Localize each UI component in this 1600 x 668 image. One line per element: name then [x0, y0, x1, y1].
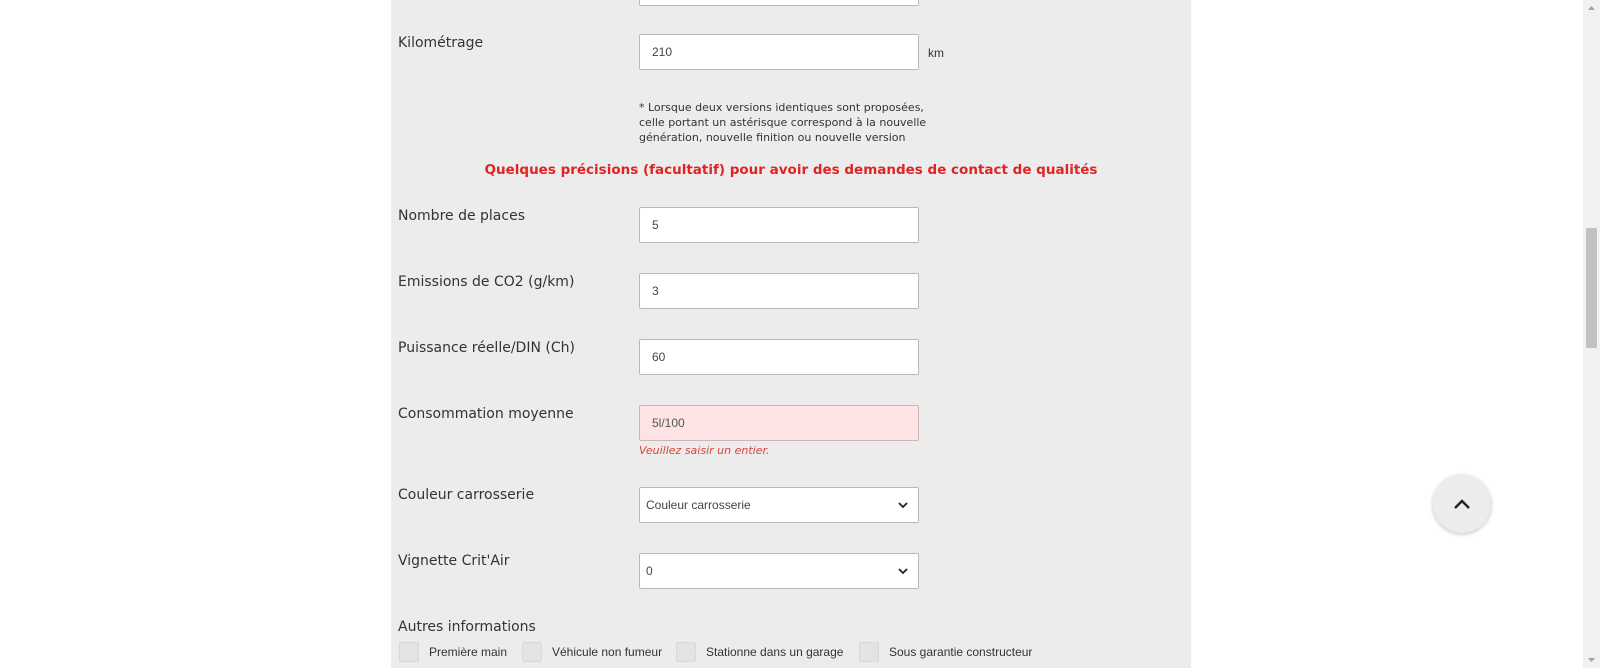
places-label: Nombre de places — [398, 208, 525, 224]
kilometrage-unit: km — [928, 46, 944, 60]
consommation-label: Consommation moyenne — [398, 406, 574, 422]
chevron-down-icon — [898, 502, 908, 509]
checkbox[interactable] — [676, 642, 696, 662]
autres-label: Autres informations — [398, 619, 536, 635]
co2-label: Emissions de CO2 (g/km) — [398, 274, 575, 290]
kilometrage-input[interactable]: 210 — [639, 34, 919, 70]
checkbox-premiere-main[interactable]: Première main — [399, 641, 507, 663]
puissance-input[interactable]: 60 — [639, 339, 919, 375]
checkbox[interactable] — [859, 642, 879, 662]
checkbox-garage[interactable]: Stationne dans un garage — [676, 641, 843, 663]
checkbox-label: Stationne dans un garage — [706, 645, 844, 659]
chevron-up-icon — [1454, 499, 1470, 509]
chevron-down-icon — [898, 568, 908, 575]
scrollbar-thumb[interactable] — [1586, 228, 1597, 348]
critair-select[interactable]: 0 — [639, 553, 919, 589]
scroll-to-top-button[interactable] — [1433, 475, 1491, 533]
checkbox-label: Véhicule non fumeur — [552, 645, 663, 659]
checkbox-label: Sous garantie constructeur — [889, 645, 1033, 659]
couleur-select[interactable]: Couleur carrosserie — [639, 487, 919, 523]
checkbox-label: Première main — [429, 645, 508, 659]
consommation-error: Veuillez saisir un entier. — [639, 444, 770, 457]
checkbox[interactable] — [399, 642, 419, 662]
places-input[interactable]: 5 — [639, 207, 919, 243]
couleur-selected: Couleur carrosserie — [646, 498, 751, 512]
scroll-down-arrow-icon[interactable] — [1586, 655, 1597, 665]
couleur-label: Couleur carrosserie — [398, 487, 535, 503]
critair-selected: 0 — [646, 564, 653, 578]
co2-input[interactable]: 3 — [639, 273, 919, 309]
checkbox-non-fumeur[interactable]: Véhicule non fumeur — [522, 641, 662, 663]
checkbox[interactable] — [522, 642, 542, 662]
scroll-up-arrow-icon[interactable] — [1586, 3, 1597, 13]
checkbox-garantie[interactable]: Sous garantie constructeur — [859, 641, 1032, 663]
version-note: * Lorsque deux versions identiques sont … — [639, 101, 927, 144]
previous-field[interactable] — [639, 0, 919, 6]
section-title: Quelques précisions (facultatif) pour av… — [484, 162, 1098, 178]
puissance-label: Puissance réelle/DIN (Ch) — [398, 340, 575, 356]
critair-label: Vignette Crit'Air — [398, 553, 510, 569]
kilometrage-label: Kilométrage — [398, 35, 484, 51]
consommation-input[interactable]: 5l/100 — [639, 405, 919, 441]
